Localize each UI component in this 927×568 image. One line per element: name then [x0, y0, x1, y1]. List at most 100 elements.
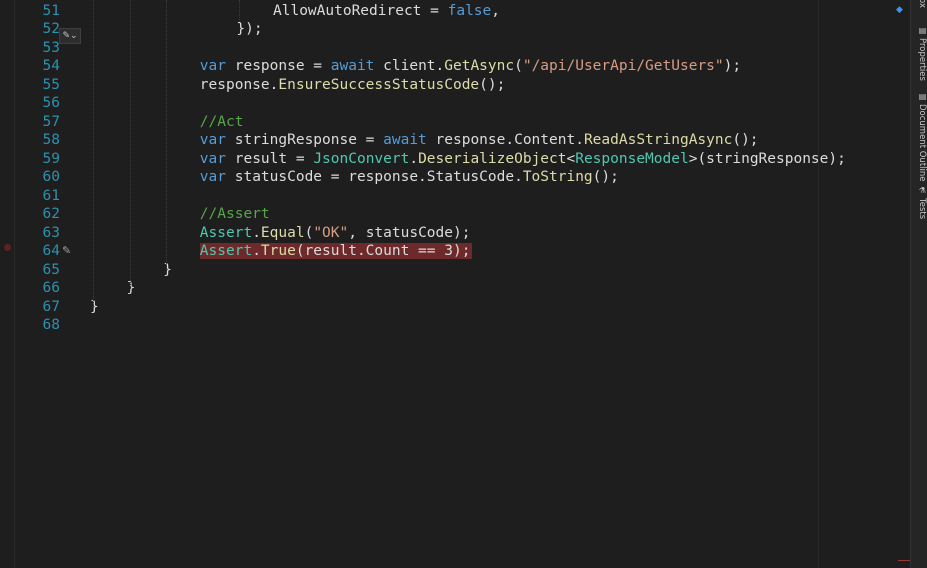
indent-guide	[239, 0, 241, 23]
code-token: response.	[199, 76, 279, 93]
code-token: True	[260, 243, 296, 259]
code-token: ();	[479, 76, 506, 93]
code-token: , statusCode);	[348, 224, 471, 241]
line-number: 55	[42, 76, 60, 93]
code-line[interactable]: //Assert	[200, 205, 270, 224]
code-token: stringResponse =	[226, 132, 384, 148]
code-token: Equal	[260, 224, 305, 241]
line-number: 60	[42, 169, 60, 185]
code-line[interactable]: Assert.True(result.Count == 3);	[199, 242, 473, 261]
code-token: await	[383, 132, 427, 148]
code-token: (	[514, 58, 523, 74]
code-line[interactable]: var stringResponse = await response.Cont…	[200, 131, 759, 150]
code-token: }	[126, 280, 136, 296]
code-token: var	[199, 169, 226, 185]
indent-guide	[93, 0, 94, 308]
scroll-marker-icon: ◆	[896, 5, 903, 15]
toolbox-tab-fragment[interactable]: ox	[912, 0, 927, 8]
line-number: 65	[42, 261, 60, 278]
code-line[interactable]: response.EnsureSuccessStatusCode();	[200, 76, 506, 95]
error-scroll-marker	[898, 560, 910, 561]
line-number: 68	[42, 317, 60, 333]
code-line[interactable]: });	[236, 20, 262, 39]
breakpoint-margin[interactable]	[0, 0, 15, 568]
line-number: 63	[42, 224, 60, 241]
tab-properties[interactable]: ▤ Properties	[912, 26, 927, 81]
code-token: var	[199, 132, 226, 148]
code-token: await	[330, 58, 375, 74]
code-token: //Assert	[199, 206, 270, 222]
code-token: Assert	[199, 243, 253, 259]
code-token: });	[236, 21, 263, 37]
tests-icon: ⚗	[918, 186, 927, 195]
code-token: var	[199, 150, 226, 167]
line-number: 67	[42, 298, 60, 315]
code-token: "OK"	[313, 224, 349, 241]
code-line[interactable]: var result = JsonConvert.DeserializeObje…	[200, 150, 846, 169]
line-number-gutter: 51 52 53 54 55 56 57 58 59 60 61 62 63 64 65 66 67 68	[14, 0, 62, 568]
indent-guide	[166, 0, 168, 271]
code-token: ,	[491, 2, 500, 19]
code-token: response =	[226, 58, 331, 74]
tab-tests-label: Tests	[917, 198, 927, 220]
line-number: 58	[42, 132, 60, 148]
code-token: ToString	[522, 169, 593, 185]
line-number: 52	[42, 21, 60, 37]
quick-actions-lightbulb-icon[interactable]: ✎⌄	[59, 28, 81, 44]
code-token: >(stringResponse);	[688, 150, 846, 167]
code-line[interactable]: }	[90, 298, 99, 317]
code-token: client.	[374, 58, 445, 74]
right-tool-window-rail: ox ▤ Properties ▤ Document Outline ⚗ Tests	[910, 0, 927, 568]
code-line[interactable]: Assert.Equal("OK", statusCode);	[200, 224, 471, 243]
code-line[interactable]: AllowAutoRedirect = false,	[273, 2, 500, 21]
code-token: (result.Count == 3);	[295, 243, 471, 259]
code-token: ReadAsStringAsync	[583, 132, 733, 148]
edit-pencil-icon: ✎	[62, 244, 72, 257]
code-token: GetAsync	[444, 58, 515, 74]
code-line[interactable]: //Act	[200, 113, 244, 132]
line-number: 56	[42, 95, 60, 111]
code-token: response.Content.	[426, 132, 584, 148]
code-line[interactable]: var response = await client.GetAsync("/a…	[200, 57, 741, 76]
toolbox-tab-label: ox	[917, 0, 927, 8]
code-editor[interactable]: 51 52 53 54 55 56 57 58 59 60 61 62 63 64 65 66 67 68 ✎⌄ …	[0, 0, 910, 568]
line-number: 53	[42, 39, 60, 56]
line-number: 66	[42, 280, 60, 296]
code-token: AllowAutoRedirect =	[273, 2, 448, 19]
tab-tests[interactable]: ⚗ Tests	[912, 186, 927, 219]
code-line[interactable]: var statusCode = response.StatusCode.ToS…	[200, 168, 619, 187]
code-token: ();	[592, 169, 619, 185]
tab-document-outline-label: Document Outline	[917, 104, 927, 182]
indent-guide	[129, 0, 131, 289]
code-token: DeserializeObject	[418, 150, 567, 167]
code-token: var	[199, 58, 226, 74]
code-token: .	[252, 224, 261, 241]
code-line[interactable]: }	[127, 279, 136, 298]
line-number: 61	[42, 187, 60, 204]
properties-icon: ▤	[918, 26, 927, 35]
code-token: .	[409, 150, 419, 167]
code-token: Assert	[199, 224, 253, 241]
code-token: );	[723, 58, 742, 74]
line-number: 54	[42, 58, 60, 74]
line-number: 64	[42, 243, 60, 259]
code-token: JsonConvert	[313, 150, 410, 167]
code-token: <	[566, 150, 576, 167]
code-token: ();	[732, 132, 759, 148]
code-token: (	[304, 224, 314, 241]
tab-document-outline[interactable]: ▤ Document Outline	[912, 92, 927, 182]
code-token: //Act	[199, 113, 244, 130]
breakpoint-indicator-icon[interactable]	[4, 244, 11, 251]
code-text-area[interactable]: AllowAutoRedirect = false,}); var respons…	[90, 0, 910, 568]
breakpoint-highlight: Assert.True(result.Count == 3);	[199, 243, 473, 259]
line-number: 57	[42, 113, 60, 130]
tab-properties-label: Properties	[917, 38, 927, 81]
line-number: 59	[42, 150, 60, 167]
code-line[interactable]: }	[163, 261, 172, 280]
line-number: 51	[42, 2, 60, 19]
code-token: }	[90, 298, 99, 315]
code-token: .	[252, 243, 261, 259]
code-token: }	[163, 261, 172, 278]
code-token: statusCode = response.StatusCode.	[226, 169, 523, 185]
code-token: result =	[226, 150, 314, 167]
